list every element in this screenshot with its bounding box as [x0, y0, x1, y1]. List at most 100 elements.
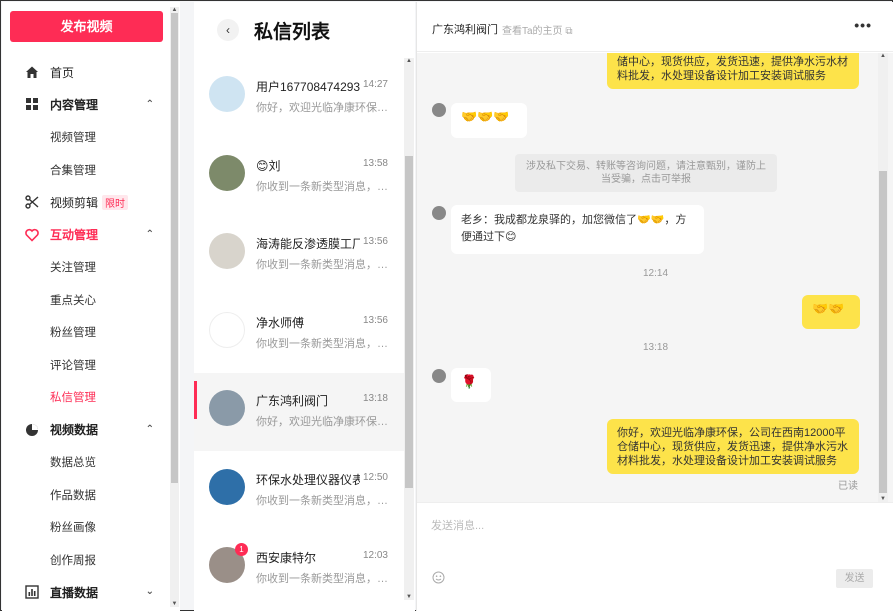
conversation-item[interactable]: 😊刘 13:58 你收到一条新类型消息，请…	[194, 138, 404, 216]
sidebar-item-6[interactable]: 关注管理	[2, 251, 168, 284]
conversation-list-scrollbar[interactable]: ▲ ▼	[404, 58, 414, 600]
sidebar-item-label: 重点关心	[50, 294, 96, 307]
sidebar-item-label: 内容管理	[50, 98, 99, 113]
scroll-down-arrow-icon[interactable]: ▼	[170, 601, 179, 607]
conversation-name: 广东鸿利阀门	[256, 394, 329, 408]
avatar	[209, 233, 245, 269]
sidebar-item-label: 评论管理	[50, 359, 96, 372]
sidebar-item-1[interactable]: 内容管理 ⌃	[2, 89, 168, 122]
message-timestamp: 13:18	[642, 342, 669, 353]
sidebar-item-2[interactable]: 视频管理	[2, 121, 168, 154]
sidebar-item-label: 合集管理	[50, 164, 96, 177]
new-badge: 限时	[102, 194, 129, 210]
chevron-up-icon[interactable]: ⌃	[146, 424, 154, 435]
sidebar-item-4[interactable]: 视频剪辑 限时	[2, 186, 168, 219]
sidebar-item-label: 数据总览	[50, 457, 96, 470]
scroll-up-arrow-icon[interactable]: ▲	[878, 53, 888, 59]
sidebar-item-8[interactable]: 粉丝管理	[2, 316, 168, 349]
conversation-time: 14:27	[362, 79, 388, 90]
sidebar-item-label: 首页	[50, 65, 75, 80]
conversation-time: 13:18	[362, 393, 388, 404]
sidebar-item-label: 私信管理	[50, 392, 96, 405]
conversation-preview: 你收到一条新类型消息，请…	[256, 573, 391, 585]
sidebar-nav: 首页内容管理 ⌃ 视频管理合集管理视频剪辑 限时互动管理 ⌃ 关注管理重点关心粉丝管理评论…	[2, 56, 168, 609]
message-bubble-incoming: 🌹	[451, 368, 491, 402]
conversation-item[interactable]: 环保水处理仪器仪表 12:50 你收到一条新类型消息，请…	[194, 452, 404, 530]
conversation-list-panel: ‹ 私信列表 用户1677084742937 14:27 你好，欢迎光临净康环保，……	[194, 2, 415, 611]
emoji-icon[interactable]	[432, 571, 445, 584]
conversation-time: 13:58	[362, 157, 388, 169]
avatar	[209, 76, 245, 112]
message-thread: 储中心，现货供应，发货迅速，提供净水污水材料批发，水处理设备设计加工安装调试服务…	[417, 53, 893, 502]
publish-video-button[interactable]: 发布视频	[10, 11, 163, 42]
sidebar-item-10[interactable]: 私信管理	[2, 381, 168, 414]
avatar	[432, 369, 446, 383]
conversation-item[interactable]: 1 西安康特尔 12:03 你收到一条新类型消息，请…	[194, 530, 404, 608]
sidebar-item-label: 视频管理	[50, 132, 96, 145]
conversation-name: 用户1677084742937	[256, 80, 360, 94]
conversation-preview: 你好，欢迎光临净康环保，…	[256, 416, 391, 428]
conversation-name: 西安康特尔	[256, 551, 317, 565]
sidebar-item-13[interactable]: 作品数据	[2, 479, 168, 512]
sidebar-item-11[interactable]: 视频数据 ⌃	[2, 414, 168, 447]
sidebar: 发布视频 首页内容管理 ⌃ 视频管理合集管理视频剪辑 限时互动管理 ⌃ 关注管理重点关心粉…	[2, 2, 180, 611]
bar-chart-icon	[24, 584, 40, 600]
sidebar-item-14[interactable]: 粉丝画像	[2, 511, 168, 544]
chat-scrollbar[interactable]: ▲ ▼	[878, 53, 888, 502]
home-icon	[24, 64, 40, 80]
conversation-preview: 你收到一条新类型消息，请…	[256, 337, 391, 350]
sidebar-item-15[interactable]: 创作周报	[2, 544, 168, 577]
conversation-item[interactable]: 用户1677084742937 14:27 你好，欢迎光临净康环保，…	[194, 59, 404, 137]
avatar	[209, 390, 245, 426]
message-timestamp: 12:14	[642, 268, 669, 279]
message-bubble-outgoing: 储中心，现货供应，发货迅速，提供净水污水材料批发，水处理设备设计加工安装调试服务	[607, 53, 859, 89]
sidebar-item-9[interactable]: 评论管理	[2, 349, 168, 382]
avatar	[209, 311, 245, 348]
chevron-left-icon: ‹	[226, 23, 230, 37]
chevron-up-icon[interactable]: ⌃	[146, 229, 154, 240]
scrollbar-thumb[interactable]	[405, 156, 413, 488]
sidebar-item-label: 关注管理	[50, 262, 96, 275]
sidebar-item-0[interactable]: 首页	[2, 56, 168, 89]
read-status: 已读	[838, 481, 858, 492]
sidebar-item-12[interactable]: 数据总览	[2, 446, 168, 479]
scrollbar-thumb[interactable]	[171, 13, 178, 483]
sidebar-item-3[interactable]: 合集管理	[2, 154, 168, 187]
conversation-name: 😊刘	[256, 158, 281, 173]
view-profile-link[interactable]: 查看Ta的主页 ⧉	[502, 22, 572, 37]
heart-icon	[24, 227, 40, 243]
conversation-time: 12:03	[362, 550, 388, 561]
chevron-down-icon[interactable]: ⌄	[146, 586, 154, 597]
message-bubble-incoming: 老乡：我成都龙泉驿的，加您微信了🤝🤝，方便通过下😊	[451, 205, 704, 254]
send-button[interactable]: 发送	[836, 569, 873, 588]
conversation-item[interactable]: 净水师傅 13:56 你收到一条新类型消息，请…	[194, 295, 404, 373]
chat-panel: 广东鸿利阀门 查看Ta的主页 ⧉ ••• 储中心，现货供应，发货迅速，提供净水污…	[416, 2, 893, 611]
conversation-item[interactable]: 广东鸿利阀门 13:18 你好，欢迎光临净康环保，…	[194, 373, 404, 451]
conversation-item[interactable]: 海涛能反渗透膜工厂 13:56 你收到一条新类型消息，请…	[194, 216, 404, 294]
sidebar-item-label: 作品数据	[50, 489, 96, 502]
sidebar-item-7[interactable]: 重点关心	[2, 284, 168, 317]
sidebar-item-16[interactable]: 直播数据 ⌄	[2, 576, 168, 609]
scissors-icon	[24, 194, 40, 210]
scrollbar-thumb[interactable]	[879, 171, 887, 493]
more-options-button[interactable]: •••	[854, 17, 872, 33]
sidebar-item-label: 粉丝画像	[50, 522, 96, 535]
message-composer: 发送	[417, 502, 893, 611]
sidebar-item-label: 粉丝管理	[50, 327, 96, 340]
chevron-up-icon[interactable]: ⌃	[146, 99, 154, 110]
back-button[interactable]: ‹	[217, 19, 239, 41]
chat-header: 广东鸿利阀门 查看Ta的主页 ⧉ •••	[417, 2, 893, 52]
sidebar-item-label: 创作周报	[50, 554, 96, 567]
message-input[interactable]	[431, 517, 871, 557]
sidebar-scrollbar[interactable]: ▲ ▼	[170, 7, 179, 607]
scroll-up-arrow-icon[interactable]: ▲	[404, 58, 414, 64]
chat-contact-name: 广东鸿利阀门	[432, 24, 498, 36]
view-profile-label: 查看Ta的主页	[502, 26, 563, 37]
app-frame: 发布视频 首页内容管理 ⌃ 视频管理合集管理视频剪辑 限时互动管理 ⌃ 关注管理重点关心粉…	[0, 0, 893, 611]
avatar	[432, 206, 446, 220]
conversation-time: 13:56	[362, 236, 388, 247]
unread-badge: 1	[235, 543, 248, 556]
scroll-down-arrow-icon[interactable]: ▼	[404, 594, 414, 600]
sidebar-item-label: 互动管理	[50, 228, 99, 243]
sidebar-item-5[interactable]: 互动管理 ⌃	[2, 219, 168, 252]
